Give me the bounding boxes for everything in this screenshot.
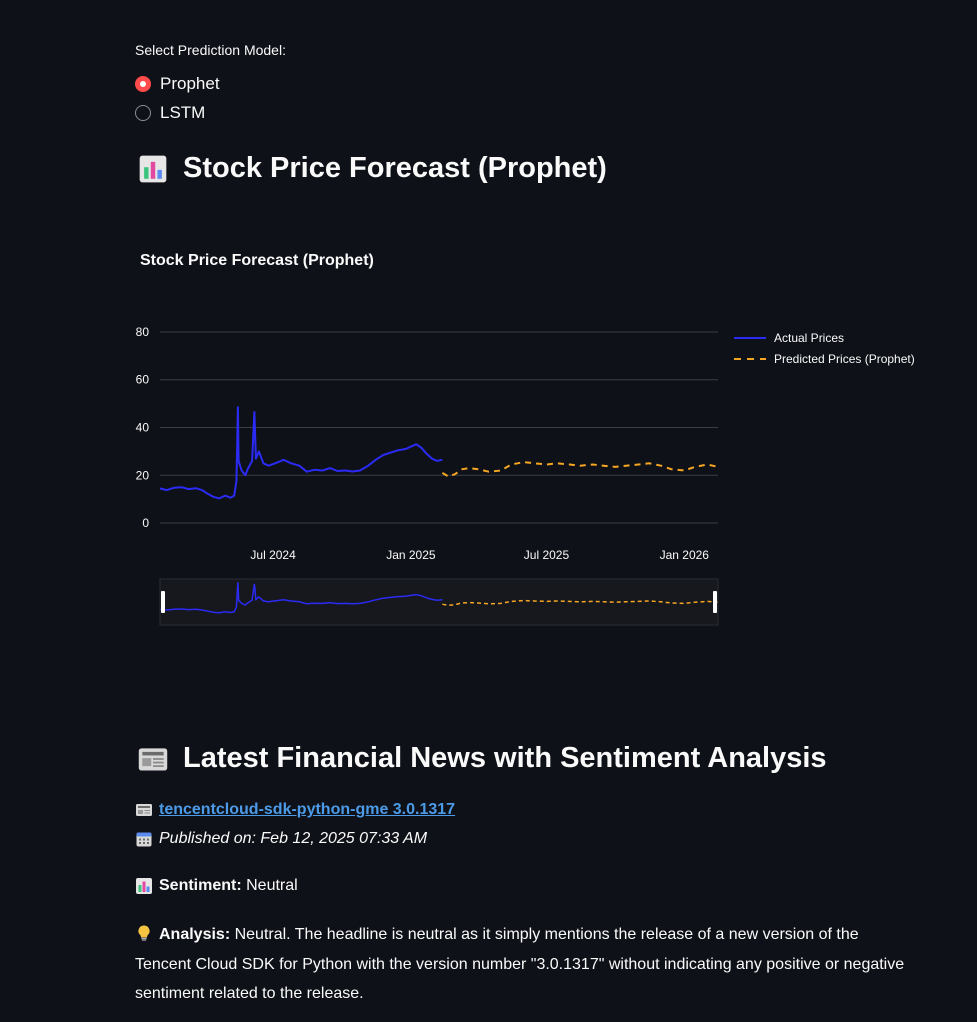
legend-item[interactable]: Actual Prices (734, 331, 844, 345)
forecast-heading: Stock Price Forecast (Prophet) (135, 152, 607, 185)
calendar-icon (136, 832, 152, 847)
x-axis-ticks: Jul 2024 Jan 2025 Jul 2025 Jan 2026 (250, 548, 709, 562)
x-tick-label: Jan 2025 (386, 548, 436, 562)
lightbulb-icon (138, 925, 150, 941)
radio-option-label: Prophet (160, 74, 220, 93)
x-tick-label: Jul 2024 (250, 548, 296, 562)
y-tick-label: 0 (142, 516, 149, 530)
range-slider-right-handle[interactable] (713, 591, 717, 613)
y-tick-label: 20 (136, 468, 150, 482)
forecast-chart-svg[interactable]: Stock Price Forecast (Prophet) 0 20 40 60 80… (135, 240, 935, 640)
bar-chart-icon (136, 878, 152, 894)
news-sentiment-row: Sentiment: Neutral (135, 877, 298, 895)
predicted-prices-line (441, 461, 719, 478)
analysis-label: Analysis: (159, 926, 231, 943)
news-published-row: Published on: Feb 12, 2025 07:33 AM (135, 830, 427, 848)
x-tick-label: Jan 2026 (660, 548, 710, 562)
legend-label: Predicted Prices (Prophet) (774, 352, 915, 366)
newspaper-icon (136, 804, 152, 816)
news-heading-text: Latest Financial News with Sentiment Ana… (183, 742, 827, 774)
news-published-date: Published on: Feb 12, 2025 07:33 AM (159, 830, 428, 847)
range-slider-left-handle[interactable] (161, 591, 165, 613)
radio-option-lstm[interactable]: LSTM (135, 103, 205, 123)
chart-legend[interactable]: Actual Prices Predicted Prices (Prophet) (734, 331, 915, 366)
y-tick-label: 60 (136, 373, 150, 387)
analysis-text: Neutral. The headline is neutral as it s… (135, 926, 905, 1002)
range-slider[interactable] (159, 578, 719, 626)
x-tick-label: Jul 2025 (524, 548, 570, 562)
chart-series (159, 406, 719, 500)
news-analysis: Analysis: Neutral. The headline is neutr… (135, 920, 905, 1009)
chart-title: Stock Price Forecast (Prophet) (140, 252, 374, 269)
legend-item[interactable]: Predicted Prices (Prophet) (734, 352, 915, 366)
forecast-heading-text: Stock Price Forecast (Prophet) (183, 152, 607, 184)
forecast-chart[interactable]: Stock Price Forecast (Prophet) 0 20 40 60 80… (135, 240, 935, 640)
chart-grid (160, 331, 718, 524)
news-heading: Latest Financial News with Sentiment Ana… (135, 742, 827, 775)
y-tick-label: 80 (136, 325, 150, 339)
radio-option-label: LSTM (160, 103, 206, 122)
radio-option-prophet[interactable]: Prophet (135, 74, 220, 94)
radio-selected-icon[interactable] (135, 76, 151, 92)
news-article-title-row: tencentcloud-sdk-python-gme 3.0.1317 (135, 801, 455, 819)
radio-unselected-icon[interactable] (135, 105, 151, 121)
news-article-link[interactable]: tencentcloud-sdk-python-gme 3.0.1317 (159, 801, 455, 819)
newspaper-icon (138, 747, 168, 771)
actual-prices-line (159, 406, 443, 500)
sentiment-value: Neutral (241, 877, 298, 894)
bar-chart-icon (139, 155, 167, 182)
y-tick-label: 40 (136, 421, 150, 435)
y-axis-ticks: 0 20 40 60 80 (136, 325, 150, 530)
model-select-label: Select Prediction Model: (135, 42, 286, 58)
sentiment-label: Sentiment: (159, 877, 242, 894)
legend-label: Actual Prices (774, 331, 844, 345)
